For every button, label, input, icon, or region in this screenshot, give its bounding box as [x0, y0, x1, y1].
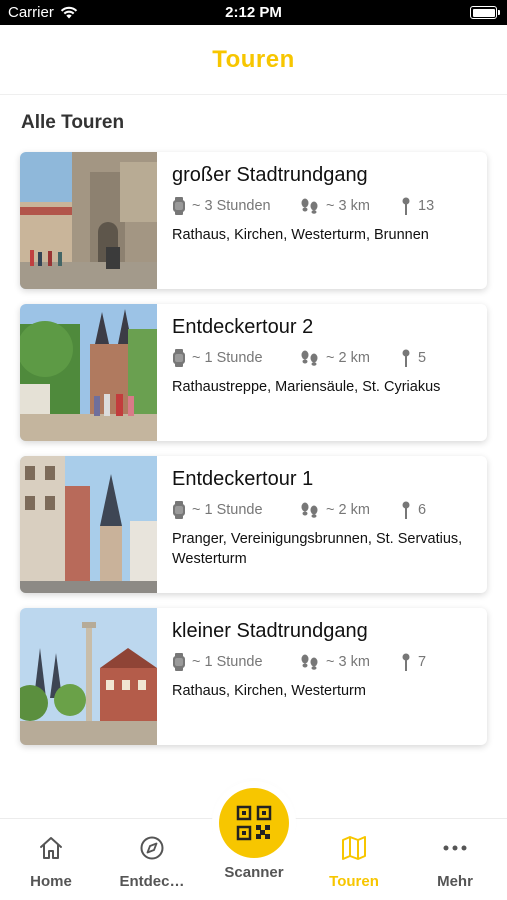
footsteps-icon	[301, 654, 318, 670]
tour-image	[20, 456, 157, 593]
pin-icon	[402, 349, 410, 367]
pin-icon	[402, 653, 410, 671]
section-title: Alle Touren	[21, 112, 125, 133]
footsteps-icon	[301, 350, 318, 366]
qr-code-icon	[236, 805, 272, 841]
distance: ~ 3 km	[300, 654, 400, 670]
tour-image	[20, 304, 157, 441]
watch-icon	[173, 197, 185, 215]
tour-title: großer Stadtrundgang	[172, 164, 368, 186]
tab-mehr[interactable]: Mehr	[410, 833, 500, 890]
distance-label: ~ 3 km	[326, 654, 370, 670]
stops-label: 13	[418, 198, 435, 214]
tour-description: Rathaus, Kirchen, Westerturm	[172, 683, 366, 699]
duration: ~ 3 Stunden	[172, 197, 300, 215]
tour-title: Entdeckertour 2	[172, 316, 314, 338]
duration-label: ~ 1 Stunde	[192, 654, 263, 670]
tour-card-grosser-stadtrundgang[interactable]: großer Stadtrundgang ~ 3 Stunden ~ 3 km …	[20, 152, 487, 289]
tour-meta: ~ 1 Stunde ~ 2 km 6	[172, 497, 477, 523]
tab-home[interactable]: Home	[6, 833, 96, 890]
stops-label: 6	[418, 502, 427, 518]
duration-label: ~ 1 Stunde	[192, 502, 263, 518]
tour-description: Rathaus, Kirchen, Westerturm, Brunnen	[172, 227, 429, 243]
tour-image	[20, 152, 157, 289]
tab-label: Home	[30, 873, 72, 890]
tour-description: Rathaustreppe, Mariensäule, St. Cyriakus	[172, 379, 441, 395]
distance-label: ~ 2 km	[326, 502, 370, 518]
stops: 13	[400, 197, 434, 215]
tour-card-kleiner-stadtrundgang[interactable]: kleiner Stadtrundgang ~ 1 Stunde ~ 3 km …	[20, 608, 487, 745]
tour-description: Pranger, Vereinigungsbrunnen, St. Servat…	[172, 531, 463, 567]
map-icon	[342, 836, 366, 860]
tab-label: Entdec…	[119, 873, 185, 890]
duration: ~ 1 Stunde	[172, 501, 300, 519]
scanner-label: Scanner	[224, 864, 284, 881]
page-title: Touren	[212, 45, 295, 73]
footsteps-icon	[301, 502, 318, 518]
tour-meta: ~ 1 Stunde ~ 2 km 5	[172, 345, 477, 371]
home-icon	[40, 837, 62, 859]
stops: 7	[400, 653, 426, 671]
more-dots-icon	[443, 845, 467, 851]
wifi-icon	[60, 6, 78, 19]
nav-header: Touren	[0, 25, 507, 95]
watch-icon	[173, 501, 185, 519]
status-bar: Carrier 2:12 PM	[0, 0, 507, 25]
tour-title: Entdeckertour 1	[172, 468, 314, 490]
distance: ~ 2 km	[300, 502, 400, 518]
pin-icon	[402, 501, 410, 519]
tab-entdecken[interactable]: Entdec…	[107, 833, 197, 890]
footsteps-icon	[301, 198, 318, 214]
tour-card-entdeckertour-2[interactable]: Entdeckertour 2 ~ 1 Stunde ~ 2 km 5 Rath…	[20, 304, 487, 441]
distance: ~ 3 km	[300, 198, 400, 214]
scanner-button[interactable]	[219, 788, 289, 858]
watch-icon	[173, 349, 185, 367]
carrier-label: Carrier	[8, 4, 54, 21]
duration-label: ~ 1 Stunde	[192, 350, 263, 366]
tour-meta: ~ 3 Stunden ~ 3 km 13	[172, 193, 477, 219]
tour-card-entdeckertour-1[interactable]: Entdeckertour 1 ~ 1 Stunde ~ 2 km 6 Pran…	[20, 456, 487, 593]
tab-label: Mehr	[437, 873, 473, 890]
battery-icon	[470, 6, 500, 19]
distance-label: ~ 2 km	[326, 350, 370, 366]
stops-label: 7	[418, 654, 427, 670]
distance-label: ~ 3 km	[326, 198, 370, 214]
duration: ~ 1 Stunde	[172, 653, 300, 671]
tab-touren[interactable]: Touren	[309, 833, 399, 890]
tour-meta: ~ 1 Stunde ~ 3 km 7	[172, 649, 477, 675]
duration: ~ 1 Stunde	[172, 349, 300, 367]
compass-icon	[140, 836, 164, 860]
tab-label: Touren	[329, 873, 379, 890]
tour-image	[20, 608, 157, 745]
pin-icon	[402, 197, 410, 215]
stops: 6	[400, 501, 426, 519]
watch-icon	[173, 653, 185, 671]
stops-label: 5	[418, 350, 427, 366]
distance: ~ 2 km	[300, 350, 400, 366]
duration-label: ~ 3 Stunden	[192, 198, 271, 214]
tour-title: kleiner Stadtrundgang	[172, 620, 368, 642]
carrier-info: Carrier	[8, 4, 78, 21]
stops: 5	[400, 349, 426, 367]
